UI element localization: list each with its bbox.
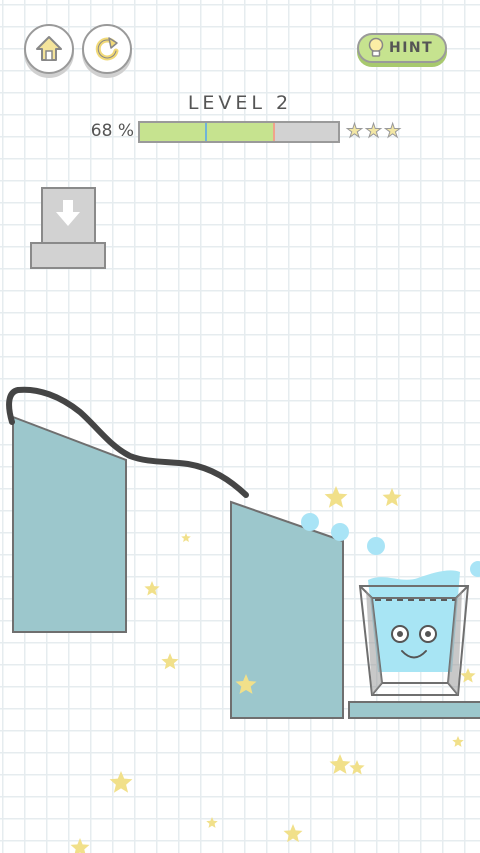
sparkle-star <box>283 824 303 843</box>
sparkle-star <box>181 533 191 542</box>
sparkle-star <box>144 581 160 596</box>
sparkle-star <box>452 736 464 747</box>
sparkle-star <box>329 754 351 774</box>
left-block <box>12 415 127 633</box>
sparkle-star <box>324 486 348 508</box>
glass <box>358 570 470 696</box>
sparkle-star <box>460 668 476 683</box>
pen-spawner <box>30 187 106 269</box>
sparkle-star <box>70 838 90 853</box>
sparkle-star <box>109 771 133 793</box>
sparkle-star <box>206 817 218 828</box>
sparkle-star <box>349 760 365 775</box>
game-scene[interactable] <box>0 0 480 853</box>
glass-platform <box>348 701 480 719</box>
sparkle-star <box>382 488 402 507</box>
sparkle-star <box>161 653 179 670</box>
